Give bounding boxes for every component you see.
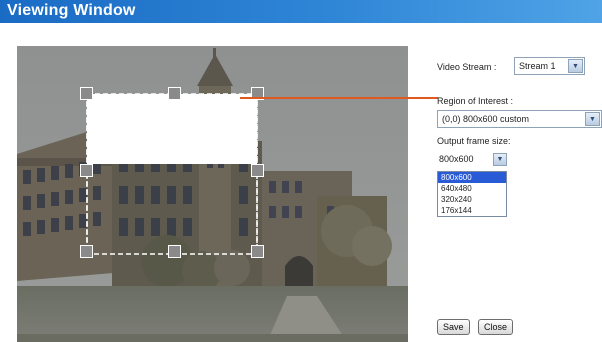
chevron-down-icon: ▼ [493,153,507,166]
dropdown-option[interactable]: 320x240 [438,194,506,205]
roi-handle-bottom-left-icon[interactable] [80,245,93,258]
roi-handle-top-left-icon[interactable] [80,87,93,100]
region-of-interest-box[interactable] [17,46,408,342]
window-title: Viewing Window [7,2,136,19]
output-frame-size-options[interactable]: 800x600 640x480 320x240 176x144 [437,171,507,217]
chevron-down-icon: ▼ [568,59,583,73]
output-frame-size-label: Output frame size: [437,136,511,146]
roi-label: Region of Interest : [437,96,514,106]
roi-handle-bottom-right-icon[interactable] [251,245,264,258]
title-bar: Viewing Window [0,0,602,23]
roi-handle-middle-right-icon[interactable] [251,164,264,177]
video-stream-value: Stream 1 [519,61,556,71]
dropdown-option[interactable]: 640x480 [438,183,506,194]
roi-connector-line [240,97,438,99]
camera-viewer[interactable] [17,46,408,342]
save-button[interactable]: Save [437,319,470,335]
dropdown-option[interactable]: 176x144 [438,205,506,216]
roi-handle-middle-left-icon[interactable] [80,164,93,177]
output-frame-size-value: 800x600 [439,154,474,164]
video-stream-select[interactable]: Stream 1 ▼ [514,57,585,75]
roi-value: (0,0) 800x600 custom [442,114,530,124]
dropdown-option[interactable]: 800x600 [438,172,506,183]
roi-handle-bottom-middle-icon[interactable] [168,245,181,258]
chevron-down-icon: ▼ [585,112,600,126]
output-frame-size-select[interactable]: 800x600 ▼ [437,152,507,168]
video-stream-label: Video Stream : [437,62,497,72]
roi-select[interactable]: (0,0) 800x600 custom ▼ [437,110,602,128]
roi-handle-top-middle-icon[interactable] [168,87,181,100]
close-button[interactable]: Close [478,319,514,335]
